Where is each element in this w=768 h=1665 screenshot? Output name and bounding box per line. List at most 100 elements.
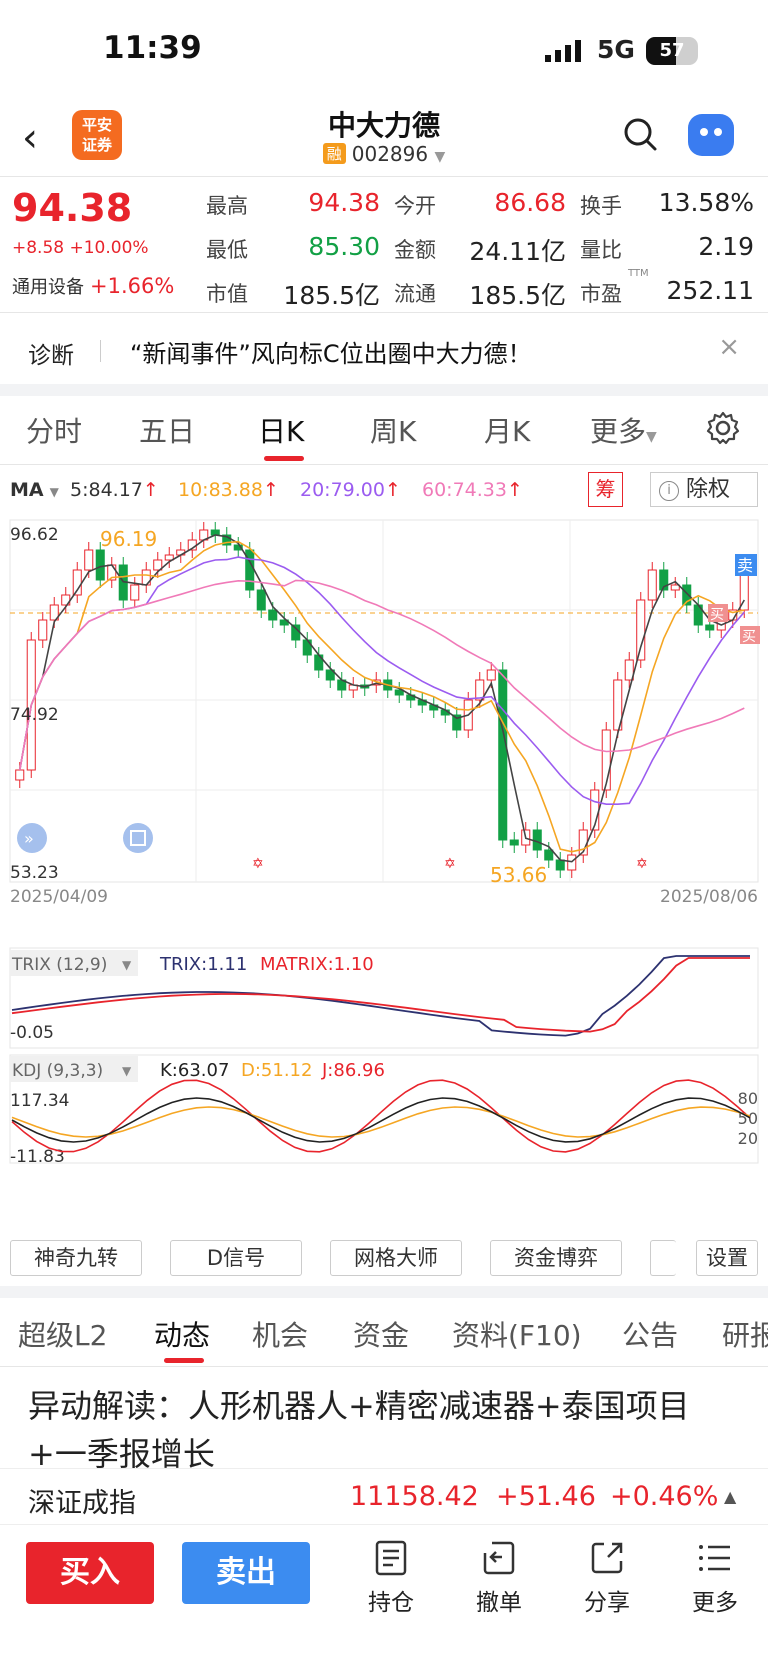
kline-candle: [84, 549, 94, 571]
event-marker-icon[interactable]: ✡: [444, 856, 456, 872]
kline-candle: [670, 584, 680, 591]
menu-icon: [699, 1545, 730, 1571]
tab-daily-k[interactable]: 日K: [258, 410, 304, 450]
tab-super-l2[interactable]: 超级L2: [18, 1314, 107, 1354]
active-tab-indicator: [164, 1358, 204, 1363]
kline-candle: [636, 599, 646, 661]
kline-chart-area[interactable]: 96.62 74.92 53.23 96.19 53.66 卖 买 买 » ✡ …: [0, 510, 768, 1235]
fullscreen-icon[interactable]: [123, 823, 153, 853]
kdj-axis-top: 117.34: [10, 1091, 69, 1111]
index-value: 11158.42: [350, 1481, 479, 1512]
search-icon[interactable]: [622, 116, 658, 152]
section-gap: [0, 1286, 768, 1298]
caret-down-icon: ▼: [122, 1064, 132, 1078]
tab-research[interactable]: 研报: [722, 1314, 768, 1354]
sector-name: 通用设备: [12, 277, 84, 298]
tab-more-label: 更多: [590, 415, 647, 448]
section-gap: [0, 384, 768, 396]
ma-selector[interactable]: MA ▼: [10, 479, 59, 501]
tab-monthly-k[interactable]: 月K: [484, 410, 530, 450]
trix-label: TRIX (12,9): [11, 955, 107, 975]
tab-funds[interactable]: 资金: [353, 1314, 409, 1354]
indicator-button[interactable]: 网格大师: [330, 1240, 462, 1276]
sell-signal-label: 卖: [737, 556, 753, 575]
kline-candle: [647, 569, 657, 601]
matrix-value: MATRIX:1.10: [260, 954, 374, 975]
adjust-label: 除权: [686, 477, 731, 502]
expand-up-icon[interactable]: ▲: [724, 1487, 736, 1506]
event-marker-icon[interactable]: ✡: [252, 856, 264, 872]
y-axis-bottom: 53.23: [10, 863, 59, 883]
divider: [100, 340, 101, 362]
kline-candle: [130, 584, 140, 601]
field-value: 185.5亿: [469, 281, 566, 310]
ai-assistant-icon[interactable]: [688, 114, 734, 156]
news-tabs: 超级L2 动态 机会 资金 资料(F10) 公告 研报: [0, 1300, 768, 1366]
share-button[interactable]: 分享: [572, 1539, 642, 1617]
field-label: 金额: [394, 238, 436, 262]
tab-opportunity[interactable]: 机会: [252, 1314, 308, 1354]
stock-header: ‹ 平安 证券 中大力德 融 002896 ▼: [0, 100, 768, 176]
buy-signal-label: 买: [710, 607, 724, 623]
tab-dynamics[interactable]: 动态: [154, 1314, 210, 1354]
field-label: 最低: [206, 238, 248, 262]
index-name: 深证成指: [28, 1488, 136, 1519]
close-icon[interactable]: ×: [718, 332, 740, 362]
positions-button[interactable]: 持仓: [356, 1539, 426, 1617]
field-label: 今开: [394, 194, 436, 218]
info-icon: i: [659, 481, 679, 501]
sector-change[interactable]: 通用设备 +1.66%: [12, 273, 174, 299]
tab-f10[interactable]: 资料(F10): [452, 1314, 582, 1354]
sell-button[interactable]: 卖出: [182, 1542, 310, 1604]
chip-distribution-button[interactable]: 筹: [588, 472, 623, 507]
caret-down-icon: ▼: [122, 958, 132, 972]
tab-more[interactable]: 更多▼: [590, 410, 657, 450]
tab-announcements[interactable]: 公告: [622, 1314, 678, 1354]
positions-label: 持仓: [368, 1590, 414, 1616]
kline-candle: [15, 769, 25, 781]
indicator-button-partial[interactable]: [650, 1240, 676, 1276]
news-item[interactable]: 异动解读：人形机器人+精密减速器+泰国项目+一季报增长: [0, 1368, 768, 1468]
date-start: 2025/04/09: [10, 887, 108, 907]
low-marker: 53.66: [490, 863, 547, 887]
gear-icon[interactable]: [705, 410, 741, 446]
buy-button[interactable]: 买入: [26, 1542, 154, 1604]
caret-down-icon: ▼: [434, 149, 446, 165]
trix-axis: -0.05: [10, 1023, 54, 1043]
ma60-line: [19, 579, 745, 771]
quote-panel: 94.38 +8.58 +10.00% 通用设备 +1.66% 最高 94.38 …: [0, 178, 768, 312]
indicator-button[interactable]: 神奇九转: [10, 1240, 142, 1276]
pe-superscript: TTM: [628, 268, 649, 279]
ma20-value: 20:79.00↑: [300, 479, 401, 501]
price-change: +8.58 +10.00%: [12, 238, 149, 258]
event-marker-icon[interactable]: ✡: [636, 856, 648, 872]
tab-intraday[interactable]: 分时: [26, 410, 82, 450]
field-value: 252.11: [666, 276, 754, 305]
field-label: 换手: [580, 194, 622, 218]
diagnosis-bar[interactable]: 诊断 “新闻事件”风向标C位出圈中大力德！ ×: [0, 314, 768, 384]
indicator-button[interactable]: 资金博弈: [490, 1240, 622, 1276]
ma-label: MA: [10, 479, 44, 501]
bottom-action-bar: 买入 卖出 持仓 撤单 分享 更多: [0, 1524, 768, 1665]
kline-candle: [532, 829, 542, 851]
field-label: 量比: [580, 238, 622, 262]
kdj-k-line: [11, 1097, 751, 1143]
kdj-d-value: D:51.12: [241, 1060, 312, 1081]
battery-level: 57: [659, 40, 685, 61]
field-value: 24.11亿: [469, 237, 566, 266]
indicator-settings-button[interactable]: 设置: [696, 1240, 758, 1276]
index-ticker[interactable]: 深证成指 11158.42 +51.46 +0.46% ▲: [0, 1468, 768, 1524]
cancel-order-label: 撤单: [476, 1590, 522, 1616]
trix-value: TRIX:1.11: [159, 954, 247, 975]
buy-signal-label: 买: [742, 629, 756, 645]
adjust-button[interactable]: i 除权: [650, 472, 758, 507]
field-label: 市盈: [580, 282, 622, 306]
cancel-order-button[interactable]: 撤单: [464, 1539, 534, 1617]
y-axis-mid: 74.92: [10, 705, 59, 725]
indicator-button[interactable]: D信号: [170, 1240, 302, 1276]
tab-five-day[interactable]: 五日: [139, 410, 195, 450]
document-icon: [375, 1540, 407, 1576]
caret-down-icon: ▼: [646, 429, 657, 445]
tab-weekly-k[interactable]: 周K: [370, 410, 416, 450]
more-button[interactable]: 更多: [680, 1539, 750, 1617]
